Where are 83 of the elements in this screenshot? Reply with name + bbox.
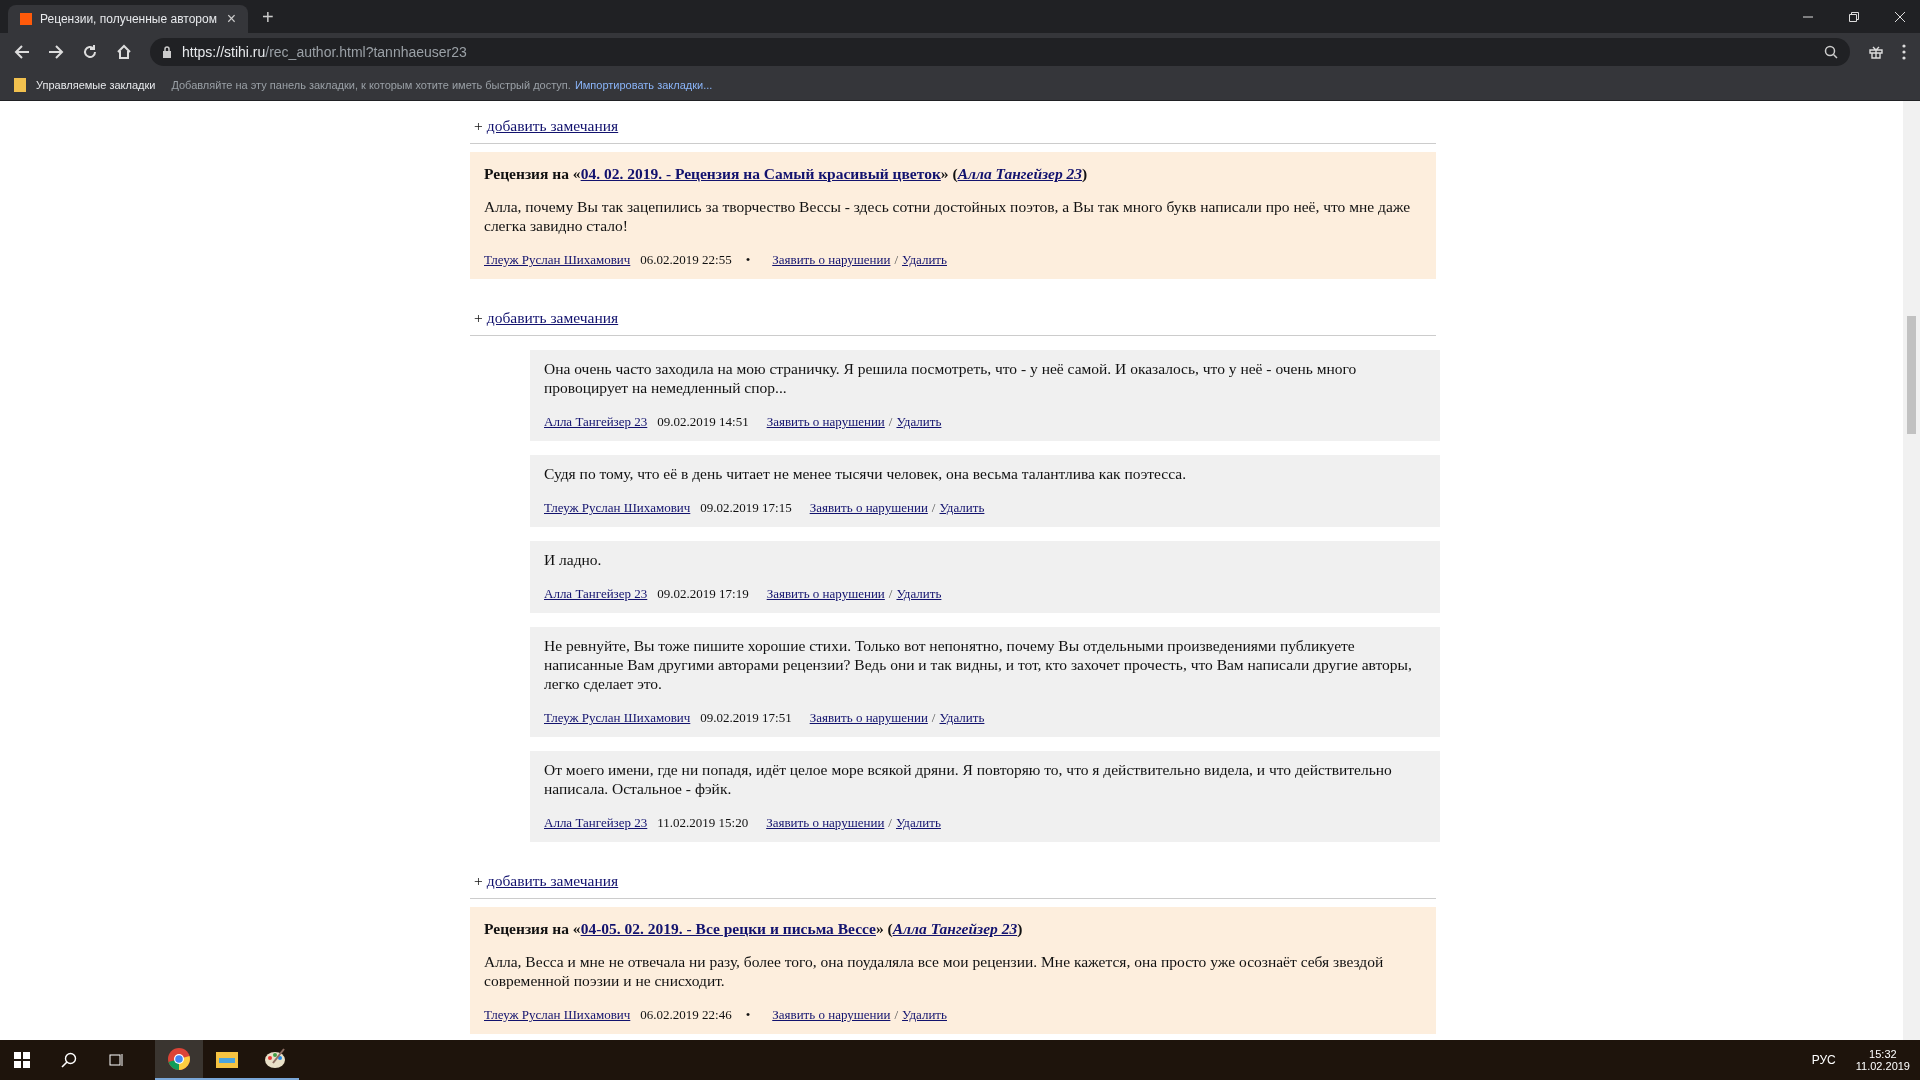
author-link[interactable]: Алла Тангейзер 23: [544, 414, 648, 430]
review-text: Судя по тому, что её в день читает не менее тысячи человек, она весьма талантлива как поэтесса.: [544, 464, 1188, 483]
work-link[interactable]: 04. 02. 2019. - Рецензия на Самый красивый цветок: [580, 165, 941, 182]
address-bar[interactable]: https://stihi.ru/rec_author.html?tannhaeuser23: [150, 37, 1850, 66]
author-link[interactable]: Алла Тангейзер 23: [544, 815, 648, 831]
close-icon[interactable]: [1894, 10, 1906, 23]
delete-link[interactable]: Удалить: [896, 414, 942, 430]
slash-separator: /: [931, 710, 936, 726]
menu-icon[interactable]: [1902, 43, 1906, 60]
date-time: 09.02.2019 14:51: [657, 414, 749, 430]
report-link[interactable]: Заявить о нарушении: [766, 586, 885, 602]
date-time: 11.02.2019 15:20: [657, 815, 749, 831]
author-link[interactable]: Тлеуж Руслан Шихамович: [484, 252, 631, 268]
review-text: Не ревнуйте, Вы тоже пишите хорошие стихи. Только вот непонятно, почему Вы отдельными произведениями публикуете написанные Вам другими авторами рецензии? Ведь они и так видны, и тот, кто захочет прочесть, что Вам написали другие авторы, легко сделает это.: [544, 636, 1413, 693]
slash-separator: /: [931, 500, 936, 516]
author-link[interactable]: Алла Тангейзер 23: [892, 920, 1018, 937]
delete-link[interactable]: Удалить: [939, 500, 985, 516]
author-link[interactable]: Алла Тангейзер 23: [957, 165, 1083, 182]
bullet-separator: •: [745, 1007, 751, 1023]
home-icon[interactable]: [116, 43, 132, 60]
close-tab-button[interactable]: ×: [226, 10, 236, 28]
add-notes-link[interactable]: добавить замечания: [486, 309, 619, 327]
delete-link[interactable]: Удалить: [902, 1007, 947, 1023]
review-heading: Рецензия на «04-05. 02. 2019. - Все рецки и письма Вессе» (Алла Тангейзер 23): [484, 920, 1024, 938]
review-heading: Рецензия на «04. 02. 2019. - Рецензия на Самый красивый цветок» (Алла Тангейзер 23): [484, 165, 1089, 183]
review-text: Алла, почему Вы так зацепились за творчество Вессы - здесь сотни достойных поэтов, а Вы так много букв написали про неё, что мне даже слегка завидно стало!: [484, 197, 1412, 235]
delete-link[interactable]: Удалить: [896, 815, 941, 831]
slash-separator: /: [888, 586, 893, 602]
language-indicator[interactable]: РУС: [1811, 1053, 1836, 1067]
bookmarks-hint: Добавляйте на эту панель закладки, к которым хотите иметь быстрый доступ.: [171, 79, 571, 91]
report-link[interactable]: Заявить о нарушении: [809, 500, 928, 516]
plus-sign: +: [474, 309, 483, 327]
review-text: От моего имени, где ни попадя, идёт целое море всякой дряни. Я повторяю то, что я действительно видела, и что действительно написала. Остальное - фэйк.: [544, 760, 1393, 798]
site-favicon-icon: [20, 13, 32, 25]
delete-link[interactable]: Удалить: [939, 710, 985, 726]
author-link[interactable]: Алла Тангейзер 23: [544, 586, 648, 602]
author-link[interactable]: Тлеуж Руслан Шихамович: [484, 1007, 631, 1023]
slash-separator: /: [888, 414, 893, 430]
author-link[interactable]: Тлеуж Руслан Шихамович: [544, 500, 691, 516]
clock-time: 15:32: [1869, 1048, 1897, 1060]
add-notes-link[interactable]: добавить замечания: [486, 872, 619, 890]
tab-title: Рецензии, полученные автором: [40, 12, 218, 26]
report-link[interactable]: Заявить о нарушении: [772, 252, 891, 268]
review-text: Алла, Весса и мне не отвечала ни разу, более того, она поудаляла все мои рецензии. Мне кажется, она просто уже осознаёт себя звездой современной поэзии и не снисходит.: [484, 952, 1385, 990]
slash-separator: /: [894, 1007, 899, 1023]
plus-sign: +: [474, 872, 483, 890]
date-time: 06.02.2019 22:46: [640, 1007, 732, 1023]
report-link[interactable]: Заявить о нарушении: [766, 414, 885, 430]
import-bookmarks-link[interactable]: Импортировать закладки...: [574, 79, 713, 91]
date-time: 09.02.2019 17:15: [700, 500, 792, 516]
date-time: 09.02.2019 17:19: [657, 586, 749, 602]
bookmark-folder[interactable]: Управляемые закладки: [36, 79, 156, 91]
browser-tab[interactable]: Рецензии, полученные автором ×: [8, 5, 248, 33]
work-link[interactable]: 04-05. 02. 2019. - Все рецки и письма Вессе: [580, 920, 876, 937]
bullet-separator: •: [745, 252, 751, 268]
folder-icon: [14, 78, 26, 92]
reload-icon[interactable]: [82, 43, 98, 60]
scroll-thumb[interactable]: [1907, 316, 1916, 434]
clock-date: 11.02.2019: [1855, 1060, 1910, 1072]
zoom-icon[interactable]: [1824, 44, 1838, 59]
delete-link[interactable]: Удалить: [902, 252, 947, 268]
search-icon[interactable]: [61, 1052, 77, 1068]
review-text: И ладно.: [544, 550, 603, 569]
report-link[interactable]: Заявить о нарушении: [766, 815, 885, 831]
report-link[interactable]: Заявить о нарушении: [809, 710, 928, 726]
forward-icon[interactable]: [48, 43, 64, 60]
windows-start-icon[interactable]: [14, 1052, 30, 1068]
task-view-icon[interactable]: [108, 1052, 124, 1068]
date-time: 06.02.2019 22:55: [640, 252, 732, 268]
slash-separator: /: [888, 815, 892, 831]
back-icon[interactable]: [14, 43, 30, 60]
date-time: 09.02.2019 17:51: [700, 710, 792, 726]
chrome-taskbar-icon[interactable]: [155, 1040, 203, 1080]
slash-separator: /: [894, 252, 899, 268]
delete-link[interactable]: Удалить: [896, 586, 942, 602]
restore-icon[interactable]: [1848, 10, 1860, 23]
lock-icon: [162, 45, 172, 58]
author-link[interactable]: Тлеуж Руслан Шихамович: [544, 710, 691, 726]
add-notes-link[interactable]: добавить замечания: [486, 117, 619, 135]
new-tab-button[interactable]: +: [262, 6, 274, 29]
plus-sign: +: [474, 117, 483, 135]
review-text: Она очень часто заходила на мою страничку. Я решила посмотреть, что - у неё самой. И оказалось, что у неё - очень много провоцирует на немедленный спор...: [544, 359, 1358, 397]
report-link[interactable]: Заявить о нарушении: [772, 1007, 891, 1023]
